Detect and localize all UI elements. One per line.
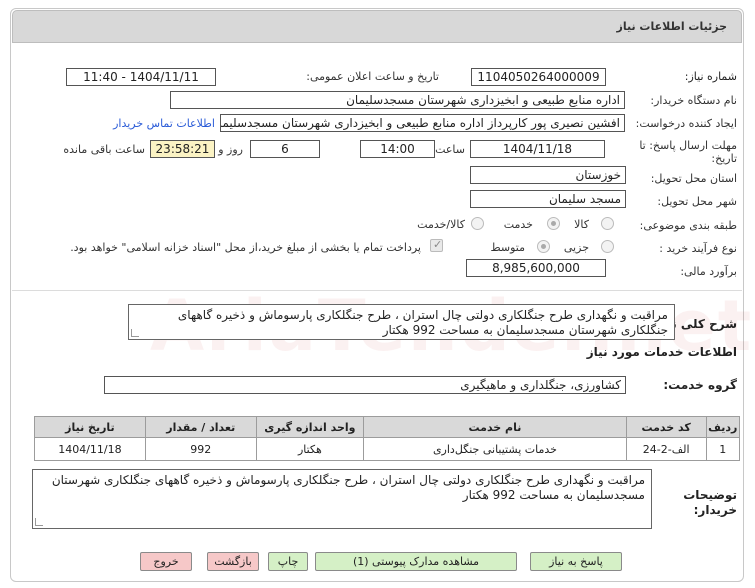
category-option-goods-service: کالا/خدمت xyxy=(417,218,465,231)
remaining-time-field: 23:58:21 xyxy=(150,140,215,158)
col-unit: واحد اندازه گیری xyxy=(255,416,365,438)
deadline-time-label: ساعت xyxy=(435,143,465,156)
col-row: ردیف xyxy=(705,416,741,438)
service-group-field: کشاورزی، جنگلداری و ماهیگیری xyxy=(104,376,626,394)
city-field: مسجد سلیمان xyxy=(470,190,626,208)
cell-quantity: 992 xyxy=(144,437,257,461)
cell-service-code: الف-2-24 xyxy=(625,437,707,461)
creator-field: افشین نصیری پور کارپرداز اداره منابع طبی… xyxy=(220,114,625,132)
buyer-org-label: نام دستگاه خریدار: xyxy=(650,94,737,107)
deadline-label: مهلت ارسال پاسخ: تا xyxy=(639,139,737,152)
buyer-notes-label: توضیحات xyxy=(683,488,737,502)
exit-button[interactable]: خروج xyxy=(140,552,192,571)
summary-text: مراقبت و نگهداری طرح جنگلکاری دولتی چال … xyxy=(177,308,668,337)
buyer-org-field: اداره منابع طبیعی و ابخیزداری شهرستان مس… xyxy=(170,91,625,109)
panel-title: جزئیات اطلاعات نیاز xyxy=(616,20,728,33)
remaining-time-label: ساعت باقی مانده xyxy=(63,143,145,156)
service-group-label: گروه خدمت: xyxy=(663,378,737,392)
province-field: خوزستان xyxy=(470,166,626,184)
col-service-code: کد خدمت xyxy=(625,416,707,438)
view-attachments-button[interactable]: مشاهده مدارک پیوستی (1) xyxy=(315,552,517,571)
category-label: طبقه بندی موضوعی: xyxy=(639,219,737,232)
cell-row: 1 xyxy=(705,437,741,461)
province-label: استان محل تحویل: xyxy=(650,172,737,185)
category-radio-goods-service[interactable] xyxy=(471,217,484,230)
buyer-contact-link[interactable]: اطلاعات تماس خریدار xyxy=(113,117,215,130)
process-option-medium: متوسط xyxy=(490,241,525,254)
buyer-notes-text: مراقبت و نگهداری طرح جنگلکاری دولتی چال … xyxy=(51,473,645,502)
col-need-date: تاریخ نیاز xyxy=(34,416,146,438)
process-radio-minor[interactable] xyxy=(601,240,614,253)
col-quantity: تعداد / مقدار xyxy=(144,416,257,438)
announce-field: 1404/11/11 - 11:40 xyxy=(66,68,216,86)
table-row: 1 الف-2-24 خدمات پشتیبانی جنگل‌داری هکتا… xyxy=(34,437,741,461)
creator-label: ایجاد کننده درخواست: xyxy=(635,117,737,130)
city-label: شهر محل تحویل: xyxy=(657,195,737,208)
deadline-label-date: تاریخ: xyxy=(711,152,737,165)
resize-grip-icon[interactable] xyxy=(131,329,139,337)
days-remaining-field: 6 xyxy=(250,140,320,158)
summary-textarea[interactable]: مراقبت و نگهداری طرح جنگلکاری دولتی چال … xyxy=(128,304,675,340)
cell-need-date: 1404/11/18 xyxy=(34,437,146,461)
category-radio-goods[interactable] xyxy=(601,217,614,230)
treasury-payment-note: پرداخت تمام یا بخشی از مبلغ خرید،از محل … xyxy=(70,241,421,254)
table-header-row: ردیف کد خدمت نام خدمت واحد اندازه گیری ت… xyxy=(34,416,741,438)
budget-label: برآورد مالی: xyxy=(680,265,737,278)
need-number-field: 1104050264000009 xyxy=(471,68,606,86)
cell-unit: هکتار xyxy=(255,437,365,461)
buyer-notes-label-2: خریدار: xyxy=(693,503,737,517)
process-label: نوع فرآیند خرید : xyxy=(659,242,737,255)
category-option-service: خدمت xyxy=(503,218,533,231)
resize-grip-icon[interactable] xyxy=(35,518,43,526)
print-button[interactable]: چاپ xyxy=(268,552,308,571)
deadline-time-field: 14:00 xyxy=(360,140,435,158)
panel-header: جزئیات اطلاعات نیاز xyxy=(12,10,742,43)
deadline-date-field: 1404/11/18 xyxy=(470,140,605,158)
process-radio-medium[interactable] xyxy=(537,240,550,253)
category-option-goods: کالا xyxy=(574,218,589,231)
col-service-name: نام خدمت xyxy=(363,416,627,438)
buyer-notes-textarea[interactable]: مراقبت و نگهداری طرح جنگلکاری دولتی چال … xyxy=(32,469,652,529)
services-section-title: اطلاعات خدمات مورد نیاز xyxy=(586,345,737,359)
services-table: ردیف کد خدمت نام خدمت واحد اندازه گیری ت… xyxy=(34,416,741,461)
reply-button[interactable]: پاسخ به نیاز xyxy=(530,552,622,571)
category-radio-service[interactable] xyxy=(547,217,560,230)
process-option-minor: جزیی xyxy=(563,241,589,254)
back-button[interactable]: بازگشت xyxy=(207,552,259,571)
announce-label: تاریخ و ساعت اعلان عمومی: xyxy=(306,70,439,83)
divider xyxy=(12,290,742,291)
budget-field: 8,985,600,000 xyxy=(466,259,606,277)
days-label: روز و xyxy=(218,143,243,156)
treasury-payment-checkbox[interactable] xyxy=(430,238,443,252)
need-number-label: شماره نیاز: xyxy=(684,70,737,83)
cell-service-name: خدمات پشتیبانی جنگل‌داری xyxy=(363,437,627,461)
